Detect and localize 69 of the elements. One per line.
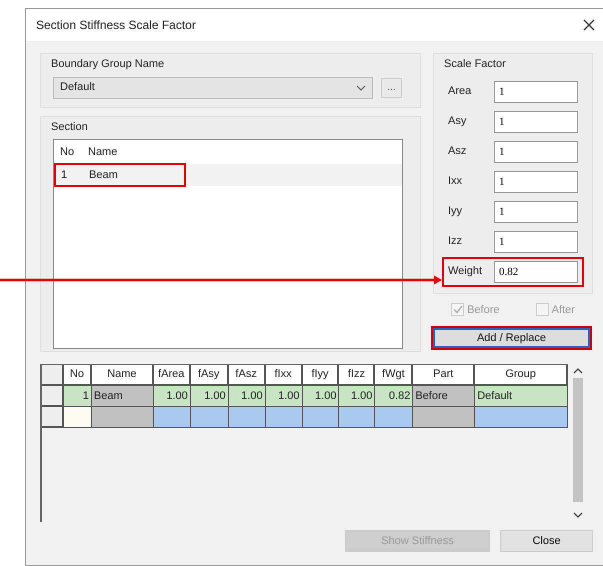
column-header: Name (88, 144, 118, 160)
table-cell: Beam (92, 386, 154, 407)
section-list[interactable]: No Name 1 Beam (53, 139, 403, 349)
group-dropdown[interactable]: Default (53, 76, 373, 98)
table-cell: Default (475, 386, 568, 407)
field-label: Weight (447, 264, 484, 280)
field-label: Asz (447, 144, 468, 160)
list-cell-text: 1 (61, 168, 68, 183)
input-field[interactable]: 1 (494, 170, 578, 192)
checkbox-label: Before (467, 302, 500, 318)
input-field[interactable]: 1 (494, 110, 578, 132)
table-cell (190, 407, 229, 428)
row-header[interactable] (42, 407, 64, 428)
table-cell: 1.00 (339, 386, 376, 407)
column-header: Group (475, 365, 568, 386)
table-cell (375, 407, 414, 428)
column-header: Name (92, 365, 154, 386)
list-cell-text: Beam (89, 168, 118, 183)
table-cell: 1 (64, 386, 92, 407)
field-label: Izz (447, 234, 464, 250)
column-header: fArea (154, 365, 191, 386)
table-cell (64, 407, 92, 428)
table-cell: 1.00 (154, 386, 191, 407)
table-cell (154, 407, 191, 428)
chevron-down-icon[interactable] (356, 84, 366, 90)
column-header: fIyy (302, 365, 340, 386)
row-header (42, 365, 64, 386)
field-label: Asy (447, 114, 468, 130)
field-label: Iyy (447, 204, 464, 220)
column-header: No (64, 365, 92, 386)
field-label: Ixx (447, 174, 464, 190)
scroll-down-icon[interactable] (573, 512, 583, 518)
row-header[interactable] (42, 386, 64, 407)
field-label: Area (447, 84, 472, 100)
table-cell (266, 407, 303, 428)
group-label: Scale Factor (444, 57, 507, 72)
table-cell: 0.82 (375, 386, 414, 407)
table-cell: 1.00 (190, 386, 229, 407)
group-label: Boundary Group Name (51, 57, 166, 72)
table-cell: 1.00 (228, 386, 266, 407)
scroll-up-icon[interactable] (573, 368, 583, 374)
input-field[interactable]: 1 (494, 140, 578, 162)
table-cell (302, 407, 340, 428)
input-field[interactable]: 1 (494, 230, 578, 252)
table-cell: 1.00 (302, 386, 340, 407)
window-title: Section Stiffness Scale Factor (36, 17, 196, 34)
column-header: fIxx (266, 365, 303, 386)
browse-button[interactable]: ... (381, 78, 402, 98)
close-icon[interactable] (583, 19, 595, 31)
column-header: Part (413, 365, 476, 386)
table-cell: 1.00 (266, 386, 303, 407)
table-cell (413, 407, 476, 428)
column-header: No (60, 144, 76, 160)
table-cell: Before (413, 386, 476, 407)
column-header: fAsz (228, 365, 266, 386)
dialog-button[interactable]: Close (500, 530, 593, 552)
table-cell (228, 407, 266, 428)
input-field[interactable]: 1 (494, 200, 578, 222)
table-cell (92, 407, 154, 428)
column-header: fAsy (190, 365, 229, 386)
checkbox-label: After (552, 302, 575, 318)
group-label: Section (51, 120, 89, 134)
list-row[interactable]: 1 Beam (54, 164, 402, 186)
column-header: fWgt (375, 365, 414, 386)
add-replace-button[interactable]: Add / Replace (433, 328, 590, 348)
column-header: fIzz (339, 365, 376, 386)
table-cell (339, 407, 376, 428)
input-field[interactable]: 1 (494, 80, 578, 102)
input-field[interactable]: 0.82 (494, 260, 578, 282)
